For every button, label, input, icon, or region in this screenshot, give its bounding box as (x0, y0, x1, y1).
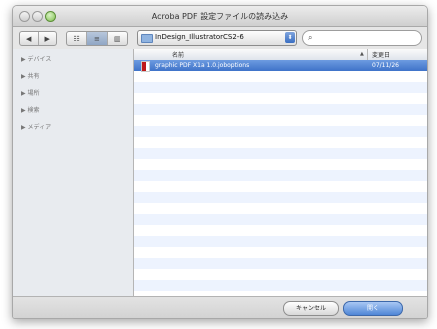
empty-row (134, 192, 427, 203)
location-popup[interactable]: InDesign_IllustratorCS2-6 ⬍ (137, 30, 297, 46)
empty-row (134, 126, 427, 137)
sidebar-section-places[interactable]: ▶ 場所 (21, 88, 40, 97)
column-header-date[interactable]: 変更日 (372, 50, 390, 59)
file-list[interactable]: 名前 ▲ 変更日 graphic PDF X1a 1.0.joboptions … (134, 49, 427, 296)
empty-row (134, 93, 427, 104)
empty-row (134, 236, 427, 247)
empty-row (134, 269, 427, 280)
empty-row (134, 115, 427, 126)
empty-row (134, 247, 427, 258)
empty-row (134, 258, 427, 269)
file-row[interactable]: graphic PDF X1a 1.0.joboptions 07/11/26 (134, 60, 427, 72)
open-dialog: Acroba PDF 設定ファイルの読み込み ◀ ▶ ☷ ≡ ▥ InDesig… (12, 5, 428, 319)
location-label: InDesign_IllustratorCS2-6 (155, 33, 244, 41)
column-view-button[interactable]: ▥ (108, 32, 127, 45)
empty-row (134, 137, 427, 148)
empty-row (134, 225, 427, 236)
empty-row (134, 280, 427, 291)
sidebar-section-devices[interactable]: ▶ デバイス (21, 54, 51, 63)
nav-segment: ◀ ▶ (19, 31, 57, 46)
empty-row (134, 71, 427, 82)
column-header-name[interactable]: 名前 (172, 50, 184, 59)
view-mode-segment: ☷ ≡ ▥ (66, 31, 128, 46)
search-icon: ⌕ (308, 33, 313, 42)
button-bar: キャンセル 開く (13, 296, 427, 318)
empty-row (134, 159, 427, 170)
popup-arrows-icon: ⬍ (285, 32, 295, 43)
empty-row (134, 170, 427, 181)
file-name: graphic PDF X1a 1.0.joboptions (155, 62, 250, 69)
sidebar: ▶ デバイス ▶ 共有 ▶ 場所 ▶ 検索 ▶ メディア (13, 49, 134, 296)
list-view-button[interactable]: ≡ (87, 32, 108, 45)
empty-row (134, 148, 427, 159)
empty-row (134, 82, 427, 93)
cancel-button[interactable]: キャンセル (283, 301, 339, 316)
empty-row (134, 104, 427, 115)
sidebar-section-shared[interactable]: ▶ 共有 (21, 71, 40, 80)
toolbar: ◀ ▶ ☷ ≡ ▥ InDesign_IllustratorCS2-6 ⬍ ⌕ (13, 27, 427, 49)
forward-button[interactable]: ▶ (39, 32, 57, 45)
title-bar[interactable]: Acroba PDF 設定ファイルの読み込み (13, 6, 427, 27)
window-title: Acroba PDF 設定ファイルの読み込み (151, 12, 289, 21)
open-button[interactable]: 開く (343, 301, 403, 316)
sidebar-section-search[interactable]: ▶ 検索 (21, 105, 40, 114)
sidebar-section-media[interactable]: ▶ メディア (21, 122, 51, 131)
icon-view-button[interactable]: ☷ (67, 32, 88, 45)
folder-icon (141, 34, 153, 43)
empty-row (134, 203, 427, 214)
search-field[interactable]: ⌕ (302, 30, 422, 46)
empty-row (134, 181, 427, 192)
sort-ascending-icon: ▲ (360, 51, 364, 57)
column-divider[interactable] (367, 49, 368, 60)
file-date: 07/11/26 (372, 62, 399, 69)
empty-row (134, 214, 427, 225)
back-button[interactable]: ◀ (20, 32, 39, 45)
